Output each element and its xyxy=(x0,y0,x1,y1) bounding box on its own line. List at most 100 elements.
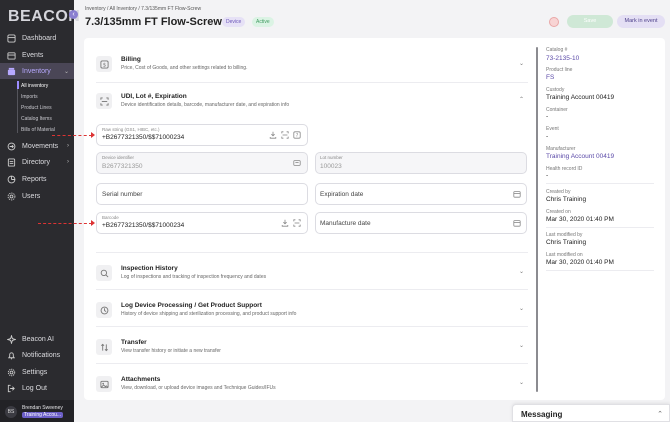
help-icon[interactable]: ? xyxy=(293,131,301,139)
sidebar-item-label: Inventory xyxy=(22,67,51,75)
manufacturer-label: Manufacturer xyxy=(546,146,576,152)
sidebar-item-label: Beacon AI xyxy=(22,335,54,343)
raw-string-value[interactable]: +B2677321350/$$71000234 xyxy=(102,134,184,141)
sidebar-item-label: Log Out xyxy=(22,384,47,392)
type-badge: Device xyxy=(222,17,246,27)
chevron-down-icon[interactable]: ⌄ xyxy=(519,305,524,312)
section-title-udi[interactable]: UDI, Lot #, Expiration xyxy=(121,93,187,100)
last-modified-by-label: Last modified by xyxy=(546,232,583,238)
clock-icon xyxy=(96,302,112,318)
annotation-arrow-head xyxy=(91,132,95,138)
chevron-up-icon[interactable]: ⌃ xyxy=(519,96,524,103)
chevron-down-icon[interactable]: ⌄ xyxy=(519,60,524,67)
submenu-bills-of-material[interactable]: Bills of Material xyxy=(21,127,55,133)
sidebar-item-settings[interactable]: Settings xyxy=(0,364,74,380)
search-icon xyxy=(96,265,112,281)
catalog-value[interactable]: 73-2135-10 xyxy=(546,55,579,62)
messaging-panel[interactable]: Messaging ⌃ xyxy=(512,404,670,422)
chevron-left-icon[interactable]: ‹ xyxy=(69,10,78,19)
scan-icon[interactable] xyxy=(293,219,301,227)
sidebar-item-reports[interactable]: Reports xyxy=(0,171,74,187)
transfer-icon xyxy=(96,339,112,355)
scan-icon[interactable] xyxy=(281,131,289,139)
divider xyxy=(546,227,654,228)
device-identifier-label: Device identifier xyxy=(102,155,135,160)
sidebar-item-label: Directory xyxy=(22,158,51,166)
event-label: Event xyxy=(546,126,559,132)
section-title-inspection[interactable]: Inspection History xyxy=(121,265,178,272)
sidebar: BEACON Dashboard Events Inventory ⌄ All … xyxy=(0,0,80,422)
raw-string-label: Raw string (GS1, HIBC, etc.) xyxy=(102,127,160,132)
submenu-selected-indicator xyxy=(17,81,19,89)
submenu-catalog-items[interactable]: Catalog Items xyxy=(21,116,52,122)
barcode-icon xyxy=(96,93,112,109)
annotation-arrow xyxy=(52,135,92,136)
submenu-imports[interactable]: Imports xyxy=(21,94,38,100)
product-line-value[interactable]: FS xyxy=(546,74,554,81)
sidebar-item-users[interactable]: Users xyxy=(0,188,74,204)
sidebar-item-logout[interactable]: Log Out xyxy=(0,380,74,396)
section-title-attachments[interactable]: Attachments xyxy=(121,376,160,383)
mark-in-event-button[interactable]: Mark in event xyxy=(617,15,665,28)
report-icon xyxy=(7,175,16,184)
last-modified-by-value: Chris Training xyxy=(546,239,587,246)
sidebar-item-movements[interactable]: Movements › xyxy=(0,138,74,154)
sidebar-item-inventory[interactable]: Inventory ⌄ xyxy=(0,63,74,79)
folder-icon xyxy=(7,157,16,167)
divider xyxy=(96,82,528,83)
svg-text:$: $ xyxy=(102,62,105,68)
user-account-badge[interactable]: Training Accou... xyxy=(22,412,64,418)
billing-icon: $ xyxy=(96,56,112,72)
section-title-transfer[interactable]: Transfer xyxy=(121,339,147,346)
manufacturer-value[interactable]: Training Account 00419 xyxy=(546,153,614,160)
alert-dot-icon[interactable] xyxy=(549,17,559,27)
sidebar-item-directory[interactable]: Directory › xyxy=(0,154,74,170)
gear-icon xyxy=(7,368,16,377)
image-icon xyxy=(96,376,112,392)
box-icon xyxy=(7,67,16,76)
custody-value: Training Account 00419 xyxy=(546,94,615,101)
created-by-label: Created by xyxy=(546,189,571,195)
download-icon[interactable] xyxy=(269,131,277,139)
calendar-icon[interactable] xyxy=(513,219,521,227)
download-icon[interactable] xyxy=(281,219,289,227)
section-title-billing[interactable]: Billing xyxy=(121,56,141,63)
health-record-value: - xyxy=(546,172,549,179)
product-line-label: Product line xyxy=(546,67,573,73)
chevron-up-icon[interactable]: ⌃ xyxy=(657,410,663,418)
submenu-product-lines[interactable]: Product Lines xyxy=(21,105,52,111)
section-desc-inspection: Log of inspections and tracking of inspe… xyxy=(121,274,267,280)
sidebar-item-label: Movements xyxy=(22,142,59,150)
last-modified-on-value: Mar 30, 2020 01:40 PM xyxy=(546,259,614,266)
dashboard-icon xyxy=(7,33,16,43)
serial-number-placeholder: Serial number xyxy=(102,191,143,198)
scrollbar[interactable] xyxy=(536,47,538,392)
calendar-icon[interactable] xyxy=(513,190,521,198)
save-button[interactable]: Save xyxy=(567,15,613,28)
catalog-label: Catalog # xyxy=(546,47,568,53)
annotation-arrow-head xyxy=(91,220,95,226)
sidebar-item-events[interactable]: Events xyxy=(0,47,74,63)
sidebar-item-beacon-ai[interactable]: Beacon AI xyxy=(0,331,74,347)
chevron-down-icon[interactable]: ⌄ xyxy=(519,342,524,349)
created-on-value: Mar 30, 2020 01:40 PM xyxy=(546,216,614,223)
barcode-value[interactable]: +B2677321350/$$71000234 xyxy=(102,222,184,229)
id-card-icon[interactable] xyxy=(293,159,301,167)
barcode-label: Barcode xyxy=(102,215,119,220)
chevron-down-icon[interactable]: ⌄ xyxy=(519,268,524,275)
chevron-down-icon[interactable]: ⌄ xyxy=(519,379,524,386)
chevron-right-icon: › xyxy=(67,159,69,165)
sidebar-item-notifications[interactable]: Notifications xyxy=(0,347,74,363)
chevron-down-icon: ⌄ xyxy=(63,68,69,75)
section-desc-transfer: View transfer history or initiate a new … xyxy=(121,348,221,354)
manufacture-date-placeholder: Manufacture date xyxy=(320,220,371,227)
health-record-label: Health record ID xyxy=(546,166,583,172)
avatar: BS xyxy=(5,406,17,418)
breadcrumb[interactable]: Inventory / All Inventory / 7.3/135mm FT… xyxy=(85,6,201,12)
section-title-processing[interactable]: Log Device Processing / Get Product Supp… xyxy=(121,302,262,309)
chevron-right-icon: › xyxy=(67,143,69,149)
sidebar-item-label: Reports xyxy=(22,175,47,183)
submenu-all-inventory[interactable]: All inventory xyxy=(21,83,48,89)
calendar-icon xyxy=(7,51,16,60)
sidebar-item-dashboard[interactable]: Dashboard xyxy=(0,30,74,46)
